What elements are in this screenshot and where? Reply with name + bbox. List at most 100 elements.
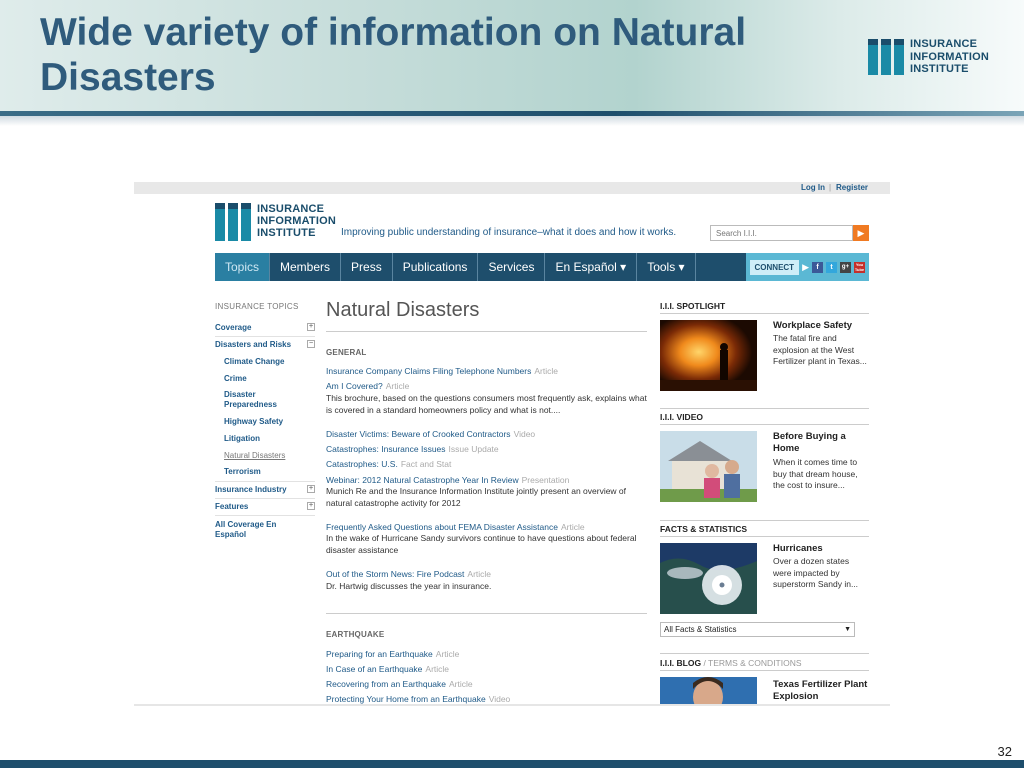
website-screenshot: Log In | Register INSURANCE INFORMATION … xyxy=(134,182,890,706)
sidebar-item-coverage[interactable]: Coverage + xyxy=(215,323,315,333)
blog-title[interactable]: Texas Fertilizer Plant Explosion xyxy=(773,679,869,703)
sidebar-item-disasters-and-risks[interactable]: Disasters and Risks − xyxy=(215,340,315,350)
sidebar-subitem-highway-safety[interactable]: Highway Safety xyxy=(224,417,314,427)
header-shadow xyxy=(0,116,1024,126)
divider xyxy=(660,536,869,537)
article-link[interactable]: Insurance Company Claims Filing Telephon… xyxy=(326,366,531,376)
content-type: Article xyxy=(467,569,492,579)
logo-line: INSURANCE xyxy=(257,203,325,215)
divider xyxy=(660,313,869,314)
chevron-down-icon: ▼ xyxy=(844,626,851,633)
divider xyxy=(326,331,647,332)
article-link[interactable]: Catastrophes: U.S. xyxy=(326,459,398,469)
content-type: Video xyxy=(488,694,511,704)
site-logo-text: INSURANCE INFORMATION INSTITUTE xyxy=(257,203,336,241)
divider xyxy=(660,424,869,425)
slide-title: Wide variety of information on Natural D… xyxy=(40,11,747,99)
iii-logo: INSURANCE INFORMATION INSTITUTE xyxy=(868,38,1018,78)
sidebar-subitem-terrorism[interactable]: Terrorism xyxy=(224,467,314,477)
article-link[interactable]: Frequently Asked Questions about FEMA Di… xyxy=(326,522,558,532)
article-link[interactable]: Recovering from an Earthquake xyxy=(326,679,446,689)
list-item: Webinar: 2012 Natural Catastrophe Year I… xyxy=(326,475,647,486)
page-number: 32 xyxy=(997,744,1012,759)
expand-icon[interactable]: + xyxy=(307,323,315,331)
article-link[interactable]: Preparing for an Earthquake xyxy=(326,649,433,659)
article-link[interactable]: Catastrophes: Insurance Issues xyxy=(326,444,446,454)
blog-separator: / xyxy=(701,658,709,668)
iii-logo-mark-icon xyxy=(868,39,904,75)
article-link[interactable]: Protecting Your Home from an Earthquake xyxy=(326,694,486,704)
list-item: Catastrophes: U.S. Fact and Stat xyxy=(326,459,647,470)
topics-sidebar: INSURANCE TOPICS Coverage + Disasters and… xyxy=(215,302,315,539)
hurricane-satellite-image[interactable] xyxy=(660,543,757,614)
video-heading: I.I.I. VIDEO xyxy=(660,412,703,422)
facts-heading: FACTS & STATISTICS xyxy=(660,524,748,534)
iii-logo-text: INSURANCE INFORMATION INSTITUTE xyxy=(910,38,989,76)
divider xyxy=(215,481,315,482)
content-type: Article xyxy=(385,381,410,391)
expand-icon[interactable]: + xyxy=(307,502,315,510)
divider xyxy=(660,408,869,409)
page-title: Natural Disasters xyxy=(326,299,480,321)
sidebar-subitem-climate-change[interactable]: Climate Change xyxy=(224,357,314,367)
logo-line: INSURANCE xyxy=(910,38,978,50)
divider xyxy=(660,670,869,671)
article-link[interactable]: Webinar: 2012 Natural Catastrophe Year I… xyxy=(326,475,519,485)
list-item: Recovering from an Earthquake Article xyxy=(326,679,647,690)
list-item: Frequently Asked Questions about FEMA Di… xyxy=(326,522,647,533)
video-title[interactable]: Before Buying a Home xyxy=(773,431,869,455)
expand-icon[interactable]: + xyxy=(307,485,315,493)
facts-title[interactable]: Hurricanes xyxy=(773,543,869,555)
sidebar-subitem-disaster-preparedness[interactable]: Disaster Preparedness xyxy=(224,390,294,410)
sidebar-subitem-crime[interactable]: Crime xyxy=(224,374,314,384)
logo-line: INSTITUTE xyxy=(910,63,969,75)
spotlight-text: The fatal fire and explosion at the West… xyxy=(773,333,867,366)
collapse-icon[interactable]: − xyxy=(307,340,315,348)
video-thumbnail[interactable] xyxy=(660,431,757,502)
article-link[interactable]: Out of the Storm News: Fire Podcast xyxy=(326,569,464,579)
article-link[interactable]: In Case of an Earthquake xyxy=(326,664,422,674)
footer-bar xyxy=(0,760,1024,768)
content-type: Article xyxy=(449,679,473,689)
dropdown-value: All Facts & Statistics xyxy=(664,625,737,634)
terms-link[interactable]: TERMS & CONDITIONS xyxy=(708,658,802,668)
article-link[interactable]: Disaster Victims: Beware of Crooked Cont… xyxy=(326,429,511,439)
video-text: When it comes time to buy that dream hou… xyxy=(773,457,858,490)
content-type: Issue Update xyxy=(448,444,499,454)
sidebar-subitem-litigation[interactable]: Litigation xyxy=(224,434,314,444)
divider xyxy=(215,515,315,516)
section-heading-general: GENERAL xyxy=(326,348,367,357)
logo-line: INSTITUTE xyxy=(257,227,316,239)
list-item: Out of the Storm News: Fire Podcast Artic… xyxy=(326,569,647,580)
spotlight-title[interactable]: Workplace Safety xyxy=(773,320,869,332)
content-type: Fact and Stat xyxy=(400,459,452,469)
iii-logo-mark-icon xyxy=(215,203,251,241)
content-type: Article xyxy=(425,664,450,674)
blog-link[interactable]: I.I.I. BLOG xyxy=(660,658,701,668)
sidebar-subitem-natural-disasters[interactable]: Natural Disasters xyxy=(224,451,314,461)
list-item: Disaster Victims: Beware of Crooked Cont… xyxy=(326,429,647,440)
site-logo[interactable]: INSURANCE INFORMATION INSTITUTE xyxy=(215,202,336,241)
sidebar-item-all-coverage-espanol[interactable]: All Coverage En Español xyxy=(215,520,285,540)
spotlight-image[interactable] xyxy=(660,320,757,391)
blog-heading: I.I.I. BLOG / TERMS & CONDITIONS xyxy=(660,658,802,668)
item-description: Munich Re and the Insurance Information … xyxy=(326,486,627,508)
sidebar-title: INSURANCE TOPICS xyxy=(215,302,299,311)
divider xyxy=(660,653,869,654)
divider xyxy=(326,613,647,614)
article-link[interactable]: Am I Covered? xyxy=(326,381,383,391)
logo-line: INFORMATION xyxy=(257,215,336,227)
facts-dropdown[interactable]: All Facts & Statistics ▼ xyxy=(660,622,855,637)
main-content: Natural Disasters GENERAL Insurance Comp… xyxy=(326,182,648,706)
section-heading-earthquake: EARTHQUAKE xyxy=(326,630,385,639)
content-type: Video xyxy=(513,429,536,439)
item-description: This brochure, based on the questions co… xyxy=(326,393,647,415)
sidebar-item-features[interactable]: Features + xyxy=(215,502,315,512)
divider xyxy=(215,498,315,499)
list-item: Catastrophes: Insurance Issues Issue Upda… xyxy=(326,444,647,455)
logo-line: INFORMATION xyxy=(910,50,989,63)
site-bottom-edge xyxy=(134,704,890,706)
sidebar-item-insurance-industry[interactable]: Insurance Industry + xyxy=(215,485,315,495)
nav-topics[interactable]: Topics xyxy=(215,253,271,281)
blog-author-photo[interactable] xyxy=(660,677,757,706)
